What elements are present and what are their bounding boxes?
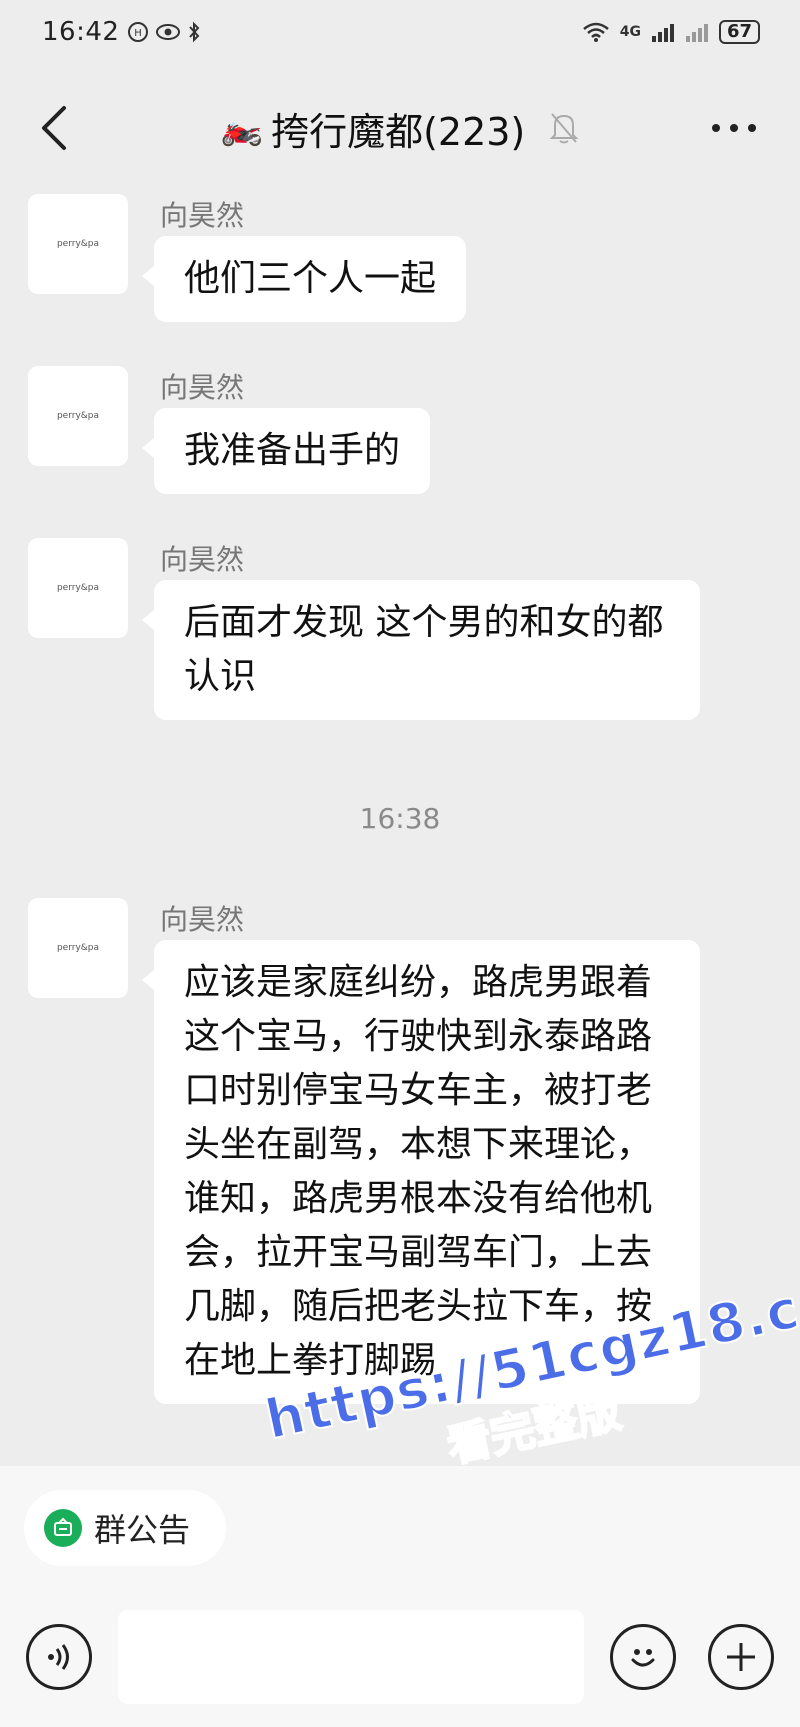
wifi-icon bbox=[582, 22, 609, 42]
signal-icon bbox=[651, 24, 674, 42]
voice-wave-icon bbox=[48, 1644, 69, 1670]
message-bubble[interactable]: 我准备出手的 bbox=[141, 408, 431, 494]
avatar-text: perry&pa bbox=[56, 239, 100, 249]
back-button[interactable] bbox=[34, 102, 74, 154]
chat-header: 🏍️ 挎行魔都(223) bbox=[0, 80, 800, 176]
plus-icon bbox=[727, 1643, 755, 1671]
status-time: 16:42 bbox=[42, 17, 120, 47]
motorcycle-emoji-icon: 🏍️ bbox=[220, 108, 264, 148]
emoji-button[interactable] bbox=[610, 1624, 676, 1690]
eye-icon bbox=[156, 24, 181, 40]
status-left: 16:42 H bbox=[42, 17, 201, 47]
more-options-button[interactable] bbox=[708, 110, 760, 146]
sender-name: 向昊然 bbox=[160, 199, 245, 232]
sender-name: 向昊然 bbox=[160, 371, 245, 404]
avatar[interactable]: perry&pa bbox=[28, 366, 128, 466]
sender-name: 向昊然 bbox=[160, 543, 245, 576]
chat-input-area: 群公告 bbox=[0, 1466, 800, 1727]
announcement-icon bbox=[44, 1509, 82, 1547]
more-dots-icon bbox=[712, 124, 756, 132]
hd-call-icon: H bbox=[128, 22, 149, 42]
chat-message-list[interactable]: perry&pa 向昊然 他们三个人一起 perry&pa 向昊然 我准备出手的… bbox=[0, 176, 800, 1466]
voice-input-button[interactable] bbox=[26, 1624, 92, 1690]
chevron-left-icon bbox=[42, 106, 66, 150]
network-type: 4G bbox=[619, 24, 641, 40]
status-right: 4G 67 bbox=[582, 20, 760, 44]
battery-level: 67 bbox=[718, 20, 760, 44]
status-bar: 16:42 H 4G 67 bbox=[0, 0, 800, 64]
avatar-text: perry&pa bbox=[56, 583, 100, 593]
mute-bell-icon bbox=[549, 111, 579, 145]
avatar-text: perry&pa bbox=[56, 411, 100, 421]
avatar[interactable]: perry&pa bbox=[28, 898, 128, 998]
signal-weak-icon bbox=[685, 24, 708, 42]
bluetooth-icon bbox=[189, 21, 200, 43]
message-input[interactable] bbox=[118, 1610, 584, 1704]
sender-name: 向昊然 bbox=[160, 903, 245, 936]
avatar[interactable]: perry&pa bbox=[28, 538, 128, 638]
message-bubble[interactable]: 他们三个人一起 bbox=[141, 236, 467, 322]
message-bubble[interactable]: 后面才发现 这个男的和女的都认识 bbox=[142, 580, 700, 720]
chat-title: 挎行魔都(223) bbox=[271, 109, 526, 154]
announcement-label: 群公告 bbox=[94, 1511, 191, 1549]
avatar[interactable]: perry&pa bbox=[28, 194, 128, 294]
smiley-icon bbox=[631, 1649, 655, 1667]
svg-text:H: H bbox=[135, 28, 143, 39]
more-functions-button[interactable] bbox=[708, 1624, 774, 1690]
chat-title-group: 🏍️ 挎行魔都(223) bbox=[221, 101, 580, 156]
message-timestamp: 16:38 bbox=[359, 802, 441, 835]
message-bubble[interactable]: 应该是家庭纠纷，路虎男跟着这个宝马，行驶快到永泰路路口时别停宝马女车主，被打老头… bbox=[142, 940, 700, 1404]
group-announcement-button[interactable]: 群公告 bbox=[24, 1490, 226, 1566]
avatar-text: perry&pa bbox=[56, 943, 100, 953]
status-indicator-icons: H bbox=[127, 21, 201, 43]
